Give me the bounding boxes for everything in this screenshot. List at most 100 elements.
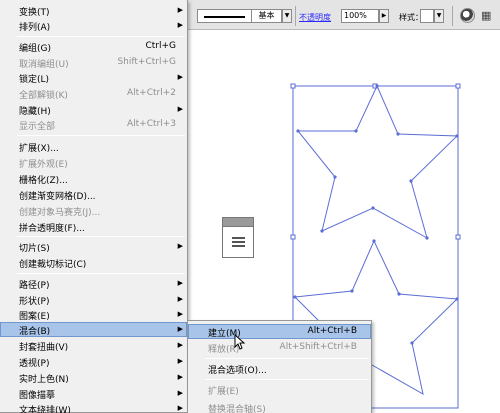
menu-item-path[interactable]: 路径(P) ▶ <box>0 276 187 291</box>
star-shape-top <box>296 84 459 240</box>
menu-item-label: 取消编组(U) <box>19 60 69 70</box>
submenu-arrow-icon: ▶ <box>177 357 183 365</box>
menu-item-shape[interactable]: 形状(P) ▶ <box>0 292 187 307</box>
menu-item-label: 创建渐变网格(D)... <box>19 192 96 202</box>
menu-separator <box>17 135 185 136</box>
menu-item-show-all[interactable]: 显示全部 Alt+Ctrl+3 <box>0 117 187 132</box>
mouse-pointer-icon <box>234 334 246 350</box>
menu-item-envelope-distort[interactable]: 封套扭曲(V) ▶ <box>0 338 187 353</box>
menu-item-lock[interactable]: 锁定(L) ▶ <box>0 70 187 85</box>
menu-item-perspective[interactable]: 透视(P) ▶ <box>0 354 187 369</box>
submenu-arrow-icon: ▶ <box>177 310 183 318</box>
menu-item-create-trim-marks[interactable]: 创建裁切标记(C) <box>0 255 187 270</box>
menu-item-label: 拼合透明度(F)... <box>19 224 85 234</box>
menu-item-label: 全部解锁(K) <box>19 91 68 101</box>
menu-separator <box>205 379 369 380</box>
stroke-style-dropdown-icon[interactable]: ▼ <box>282 9 292 23</box>
menu-item-label: 透视(P) <box>19 359 50 369</box>
menu-item-label: 扩展(E) <box>208 387 239 397</box>
menu-item-shortcut: Shift+Ctrl+G <box>117 57 176 67</box>
menu-item-label: 锁定(L) <box>19 75 50 85</box>
submenu-item-make[interactable]: 建立(M) Alt+Ctrl+B <box>188 324 371 339</box>
menu-item-arrange[interactable]: 排列(A) ▶ <box>0 18 187 33</box>
menu-item-blend[interactable]: 混合(B) ▶ <box>0 322 187 337</box>
menu-item-transform[interactable]: 变换(T) ▶ <box>0 3 187 18</box>
menu-item-rasterize[interactable]: 栅格化(Z)... <box>0 171 187 186</box>
opacity-link[interactable]: 不透明度 <box>299 12 331 23</box>
submenu-arrow-icon: ▶ <box>177 389 183 397</box>
graphic-style-dropdown-icon[interactable]: ▼ <box>434 9 444 23</box>
submenu-arrow-icon: ▶ <box>177 279 183 287</box>
menu-separator <box>17 36 185 37</box>
menu-item-ungroup[interactable]: 取消编组(U) Shift+Ctrl+G <box>0 55 187 70</box>
menu-item-label: 编组(G) <box>19 44 51 54</box>
menu-item-expand[interactable]: 扩展(X)... <box>0 139 187 154</box>
stroke-style-select[interactable]: 基本 <box>252 9 282 23</box>
menu-item-label: 创建裁切标记(C) <box>19 260 87 270</box>
menu-item-pattern[interactable]: 图案(E) ▶ <box>0 307 187 322</box>
menu-item-hide[interactable]: 隐藏(H) ▶ <box>0 102 187 117</box>
menu-item-text-wrap[interactable]: 文本绕排(W) ▶ <box>0 401 187 413</box>
menu-item-unlock-all[interactable]: 全部解锁(K) Alt+Ctrl+2 <box>0 86 187 101</box>
menu-item-create-gradient-mesh[interactable]: 创建渐变网格(D)... <box>0 187 187 202</box>
menu-item-create-object-mosaic[interactable]: 创建对象马赛克(J)... <box>0 203 187 218</box>
toolbar-divider <box>452 6 453 26</box>
menu-item-label: 实时上色(N) <box>19 375 69 385</box>
menu-item-label: 形状(P) <box>19 297 50 307</box>
menu-separator <box>205 358 369 359</box>
submenu-arrow-icon: ▶ <box>177 404 183 412</box>
submenu-arrow-icon: ▶ <box>177 295 183 303</box>
control-toolbar: 基本 ▼ 不透明度 100% ▶ 样式： ▼ ▦ <box>188 0 500 30</box>
menu-item-group[interactable]: 编组(G) Ctrl+G <box>0 39 187 54</box>
submenu-arrow-icon: ▶ <box>177 242 183 250</box>
menu-item-shortcut: Alt+Shift+Ctrl+B <box>279 342 357 352</box>
submenu-item-release[interactable]: 释放(R) Alt+Shift+Ctrl+B <box>188 340 371 355</box>
menu-item-label: 栅格化(Z)... <box>19 176 68 186</box>
submenu-arrow-icon: ▶ <box>177 73 183 81</box>
menu-item-label: 扩展(X)... <box>19 144 59 154</box>
menu-item-label: 切片(S) <box>19 244 50 254</box>
opacity-arrow-icon[interactable]: ▶ <box>379 9 389 23</box>
submenu-item-blend-options[interactable]: 混合选项(O)... <box>188 361 371 376</box>
collapsed-panel[interactable] <box>222 217 254 258</box>
menu-item-label: 图像描摹 <box>19 391 56 401</box>
menu-item-shortcut: Alt+Ctrl+B <box>307 326 357 336</box>
submenu-item-expand[interactable]: 扩展(E) <box>188 382 371 397</box>
menu-separator <box>17 273 185 274</box>
stroke-profile-preview[interactable] <box>197 9 252 23</box>
menu-item-slice[interactable]: 切片(S) ▶ <box>0 239 187 254</box>
menu-item-label: 封套扭曲(V) <box>19 343 69 353</box>
menu-item-label: 变换(T) <box>19 8 50 18</box>
menu-item-label: 替换混合轴(S) <box>208 405 266 413</box>
submenu-arrow-icon: ▶ <box>177 6 183 14</box>
panel-title-bar[interactable] <box>223 218 253 227</box>
menu-separator <box>17 236 185 237</box>
menu-item-label: 扩展外观(E) <box>19 160 68 170</box>
submenu-arrow-icon: ▶ <box>177 21 183 29</box>
submenu-arrow-icon: ▶ <box>177 325 183 333</box>
menu-item-shortcut: Alt+Ctrl+3 <box>126 119 176 129</box>
blend-submenu: 建立(M) Alt+Ctrl+B 释放(R) Alt+Shift+Ctrl+B 混合… <box>187 320 372 413</box>
recolor-artwork-icon[interactable] <box>460 8 475 23</box>
menu-item-label: 图案(E) <box>19 312 50 322</box>
menu-item-label: 隐藏(H) <box>19 107 51 117</box>
toolbar-divider <box>295 6 296 26</box>
panel-menu-icon[interactable] <box>232 237 245 249</box>
opacity-input[interactable]: 100% <box>341 9 379 23</box>
align-grid-icon[interactable]: ▦ <box>481 9 495 23</box>
object-menu: 变换(T) ▶ 排列(A) ▶ 编组(G) Ctrl+G 取消编组(U) Shift+C… <box>0 0 188 413</box>
menu-item-flatten-transparency[interactable]: 拼合透明度(F)... <box>0 219 187 234</box>
menu-item-expand-appearance[interactable]: 扩展外观(E) <box>0 155 187 170</box>
submenu-arrow-icon: ▶ <box>177 105 183 113</box>
graphic-style-swatch[interactable] <box>420 9 434 23</box>
menu-item-label: 混合(B) <box>19 327 51 337</box>
menu-item-image-trace[interactable]: 图像描摹 ▶ <box>0 386 187 401</box>
menu-item-shortcut: Alt+Ctrl+2 <box>126 88 176 98</box>
menu-item-live-paint[interactable]: 实时上色(N) ▶ <box>0 370 187 385</box>
submenu-arrow-icon: ▶ <box>177 341 183 349</box>
menu-item-label: 混合选项(O)... <box>208 366 267 376</box>
menu-item-label: 路径(P) <box>19 281 50 291</box>
menu-item-label: 创建对象马赛克(J)... <box>19 208 101 218</box>
menu-item-shortcut: Ctrl+G <box>145 41 176 51</box>
submenu-item-replace-spine[interactable]: 替换混合轴(S) <box>188 400 371 413</box>
